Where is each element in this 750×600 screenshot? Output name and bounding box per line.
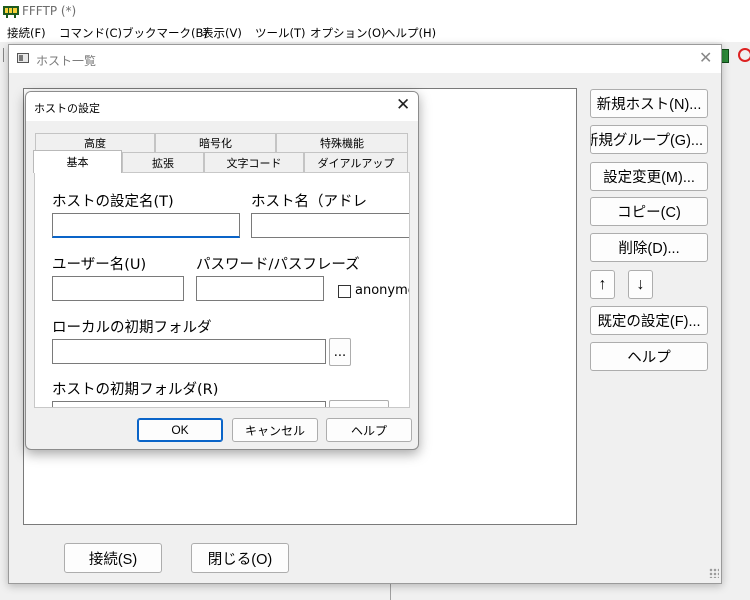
tab-charset[interactable]: 文字コード: [204, 152, 304, 172]
copy-button[interactable]: コピー(C): [590, 197, 708, 226]
delete-button[interactable]: 削除(D)...: [590, 233, 708, 262]
close-button[interactable]: 閉じる(O): [191, 543, 289, 573]
menu-options[interactable]: オプション(O): [310, 25, 386, 41]
app-title: FFFTP (*): [22, 4, 77, 18]
local-folder-input[interactable]: [52, 339, 326, 364]
tab-panel-basic: ホストの設定名(T) ホスト名（アドレ ユーザー名(U) パスワード/パスフレー…: [34, 172, 410, 408]
app-titlebar: FFFTP (*): [0, 0, 750, 22]
new-host-button[interactable]: 新規ホスト(N)...: [590, 89, 708, 118]
move-up-button[interactable]: ↑: [590, 270, 615, 299]
password-input[interactable]: [196, 276, 324, 301]
tab-basic[interactable]: 基本: [33, 150, 122, 173]
host-setting-name-label: ホストの設定名(T): [52, 194, 174, 210]
dialog-title: ホストの設定: [34, 102, 100, 115]
edit-settings-button[interactable]: 設定変更(M)...: [590, 162, 708, 191]
menu-tools[interactable]: ツール(T): [255, 25, 306, 41]
username-label: ユーザー名(U): [52, 257, 147, 273]
menu-bar: 接続(F) コマンド(C) ブックマーク(B) 表示(V) ツール(T) オプシ…: [0, 22, 750, 42]
resize-grip[interactable]: [709, 568, 719, 578]
menu-view[interactable]: 表示(V): [202, 25, 242, 41]
local-folder-browse-button[interactable]: ...: [329, 338, 351, 366]
tab-extended[interactable]: 拡張: [122, 152, 204, 172]
tab-encryption[interactable]: 暗号化: [155, 133, 276, 152]
host-folder-label: ホストの初期フォルダ(R): [52, 382, 219, 398]
window-icon: [17, 53, 29, 63]
username-input[interactable]: [52, 276, 184, 301]
ok-button[interactable]: OK: [137, 418, 223, 442]
anonymous-label: anonymous: [355, 283, 409, 298]
dialog-titlebar: ホストの設定 ✕: [26, 92, 418, 121]
new-group-button[interactable]: 新規グループ(G)...: [590, 125, 708, 154]
close-icon[interactable]: ✕: [396, 97, 410, 114]
password-label: パスワード/パスフレーズ: [196, 257, 360, 273]
menu-command[interactable]: コマンド(C): [59, 25, 122, 41]
move-down-button[interactable]: ↓: [628, 270, 653, 299]
host-folder-current-button[interactable]: [329, 400, 389, 407]
host-folder-input[interactable]: [52, 401, 326, 407]
host-name-input[interactable]: [251, 213, 409, 238]
anonymous-checkbox[interactable]: [338, 285, 351, 298]
host-setting-name-input[interactable]: [52, 213, 240, 238]
menu-help[interactable]: ヘルプ(H): [384, 25, 436, 41]
toolbar-stop-icon[interactable]: [738, 48, 750, 62]
menu-bookmark[interactable]: ブックマーク(B): [122, 25, 208, 41]
ffftp-app-icon: [3, 6, 19, 18]
tab-dialup[interactable]: ダイアルアップ: [304, 152, 408, 172]
tab-special[interactable]: 特殊機能: [276, 133, 408, 152]
host-list-titlebar: ホスト一覧 ✕: [9, 45, 721, 73]
connect-button[interactable]: 接続(S): [64, 543, 162, 573]
cancel-button[interactable]: キャンセル: [232, 418, 318, 442]
default-settings-button[interactable]: 既定の設定(F)...: [590, 306, 708, 335]
host-list-title: ホスト一覧: [36, 54, 97, 68]
help-button[interactable]: ヘルプ: [590, 342, 708, 371]
dialog-help-button[interactable]: ヘルプ: [326, 418, 412, 442]
host-settings-dialog: ホストの設定 ✕ 高度 暗号化 特殊機能 基本 拡張 文字コード ダイアルアップ…: [25, 91, 419, 450]
menu-connect[interactable]: 接続(F): [7, 25, 46, 41]
close-icon[interactable]: ✕: [699, 50, 712, 66]
local-folder-label: ローカルの初期フォルダ: [52, 320, 212, 336]
toolbar-separator: [3, 48, 4, 62]
host-name-label: ホスト名（アドレ: [251, 194, 367, 210]
